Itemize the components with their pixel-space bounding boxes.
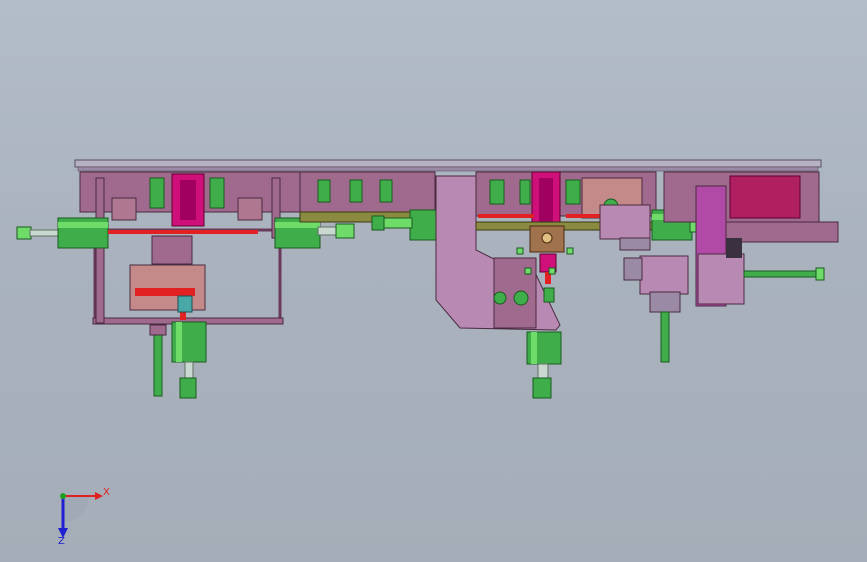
x-axis-label: X — [103, 487, 110, 498]
middle-green-guide-3 — [379, 179, 393, 203]
left-cylinder-highlight-2 — [275, 222, 320, 228]
top-mounting-plate[interactable] — [74, 159, 822, 168]
center-green-knob-1 — [493, 291, 507, 305]
left-vrod-thin — [153, 329, 163, 397]
left-vcyl-highlight — [176, 322, 182, 362]
left-bracket-b — [237, 197, 263, 221]
cr-green-guide-2 — [519, 179, 531, 205]
middle-cylinder-rod — [381, 217, 413, 229]
center-vcyl-end — [532, 377, 552, 399]
left-magenta-block-inner — [180, 180, 196, 220]
left-vertical-bar-1 — [95, 177, 105, 324]
cr-side-box — [619, 237, 651, 251]
left-teal-part — [177, 295, 193, 313]
coordinate-triad[interactable]: X Z — [45, 478, 115, 548]
graphics-viewport[interactable]: X Z — [0, 0, 867, 562]
z-axis-label: Z — [58, 536, 65, 547]
right-hcyl-end — [815, 267, 825, 281]
cr-magenta-inner — [539, 178, 553, 222]
cr-diag-plate — [599, 204, 651, 240]
left-cylinder-highlight — [58, 222, 108, 228]
left-vcyl-end — [179, 377, 197, 399]
left-green-guide-2 — [209, 177, 225, 209]
center-green-knob-2 — [513, 290, 529, 306]
left-cylinder-rod-red — [108, 230, 258, 234]
right-actuator-small — [623, 257, 643, 281]
left-rod-end — [16, 226, 32, 240]
cr-red-rod — [478, 214, 534, 218]
right-vrod[interactable] — [660, 311, 670, 363]
left-salmon-block — [129, 264, 206, 311]
left-green-guide-1 — [149, 177, 165, 209]
top-plate-rail — [77, 166, 819, 172]
left-vertical-cylinder[interactable] — [149, 321, 207, 399]
right-actuator-box[interactable] — [639, 255, 689, 295]
middle-green-guide-1 — [317, 179, 331, 203]
cr-green-guide-3 — [565, 179, 581, 205]
center-small-green — [543, 287, 555, 303]
left-vrod-thin-cap — [149, 324, 167, 336]
middle-rod-end — [371, 215, 385, 231]
right-hcyl-rod[interactable] — [743, 270, 825, 278]
left-inner-box — [151, 235, 193, 265]
cr-green-guide-1 — [489, 179, 505, 205]
left-rod — [29, 229, 61, 237]
cad-assembly-model[interactable] — [0, 0, 867, 562]
middle-green-guide-2 — [349, 179, 363, 203]
right-magenta-plate[interactable] — [729, 175, 801, 219]
left-rod-right — [317, 226, 339, 236]
center-vcyl-highlight — [531, 332, 537, 364]
left-rod-end-right — [335, 223, 355, 239]
right-actuator-bottom — [649, 291, 681, 313]
left-bracket-a — [111, 197, 137, 221]
cr-center-pin — [541, 232, 553, 244]
left-module[interactable] — [79, 171, 301, 325]
right-column-face — [697, 253, 745, 305]
right-dark-strip — [726, 238, 742, 258]
